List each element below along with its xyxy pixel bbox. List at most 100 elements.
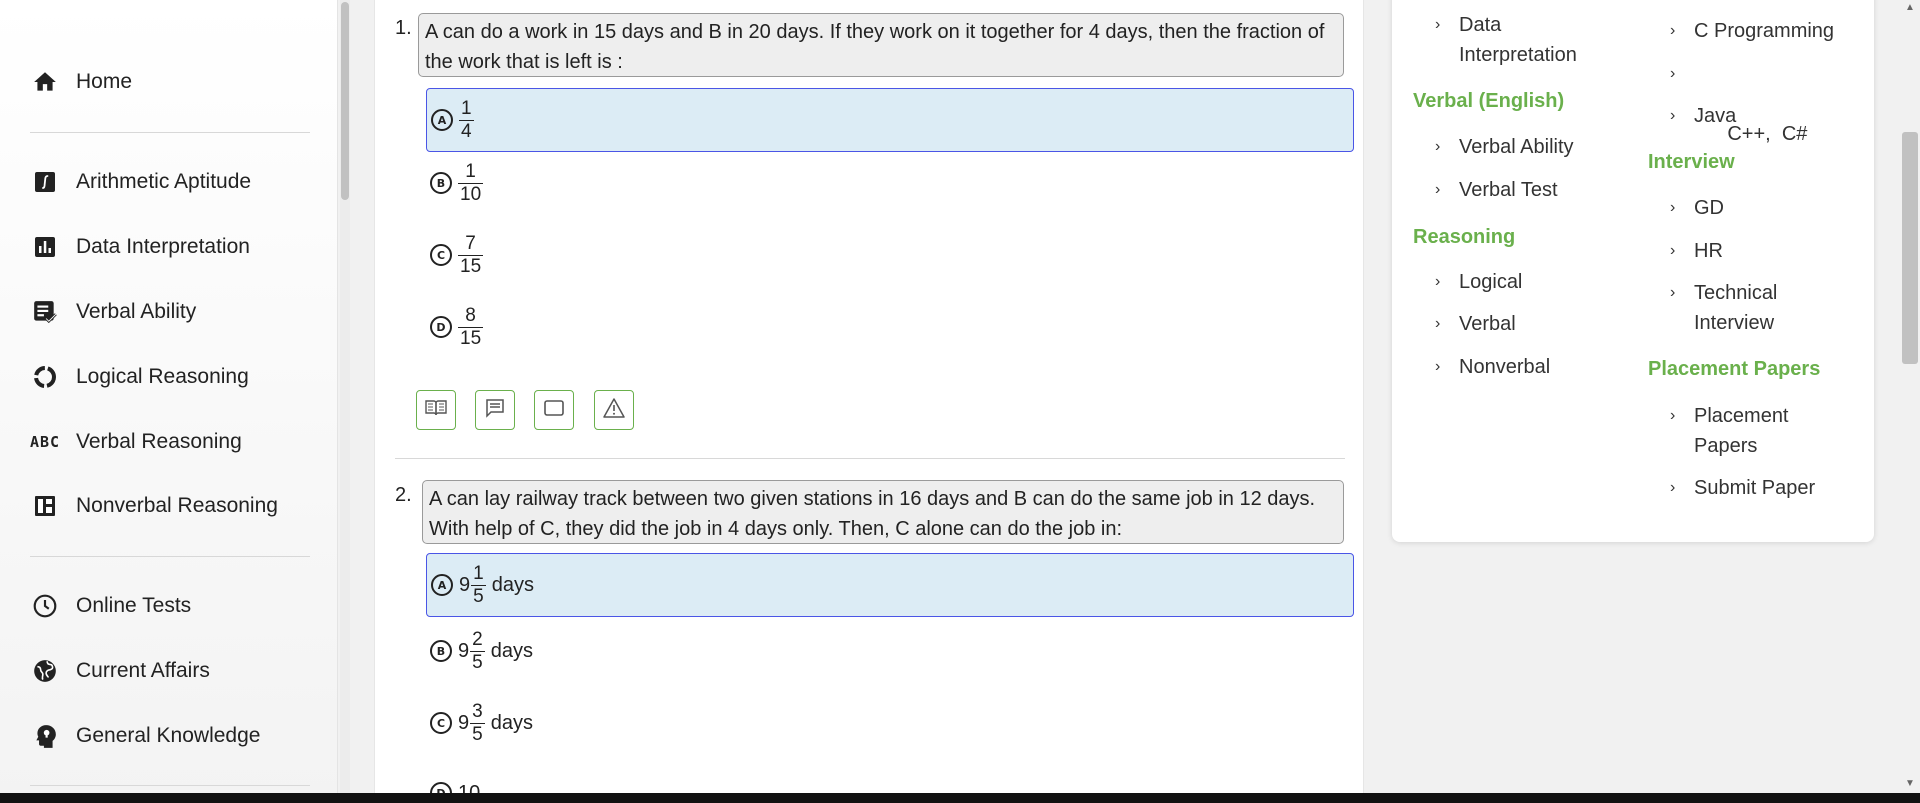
mixed-whole: 9 (458, 639, 470, 662)
section-heading-interview[interactable]: Interview (1648, 151, 1735, 174)
topic-link-c-programming[interactable]: › C Programming (1670, 16, 1834, 46)
question-number: 2. (395, 484, 412, 506)
option-letter-icon: C (430, 712, 452, 734)
option-letter-icon: A (431, 574, 453, 596)
fraction-numerator: 8 (465, 304, 476, 326)
workspace-button[interactable] (534, 390, 574, 430)
option-b[interactable]: B 9 2 5 days (426, 619, 1354, 683)
topic-link-technical-interview[interactable]: › Technical Interview (1670, 278, 1824, 338)
sidebar-divider (30, 785, 310, 786)
sidebar-item-home[interactable]: Home (30, 62, 132, 102)
workspace-icon (544, 399, 564, 421)
topic-link-submit-paper[interactable]: › Submit Paper (1670, 473, 1816, 503)
topic-link-hr[interactable]: › HR (1670, 236, 1723, 266)
chevron-right-icon: › (1435, 181, 1441, 198)
topic-link-java[interactable]: › Java (1670, 101, 1736, 131)
topic-link-nonverbal[interactable]: › Nonverbal (1435, 352, 1551, 382)
sidebar-item-label: Verbal Reasoning (76, 430, 242, 453)
site-logo[interactable] (50, 0, 280, 6)
fraction-denominator: 5 (471, 584, 486, 607)
option-mixed-number: 9 3 5 days (458, 701, 533, 746)
globe-icon (30, 656, 60, 686)
fraction-denominator: 5 (470, 722, 485, 745)
chevron-right-icon: › (1435, 138, 1441, 155)
option-a[interactable]: A 9 1 5 days (426, 553, 1354, 617)
option-c[interactable]: C 9 3 5 days (426, 691, 1354, 755)
discuss-button[interactable] (475, 390, 515, 430)
scroll-down-arrow-icon[interactable]: ▼ (1905, 778, 1915, 789)
chevron-right-icon: › (1670, 65, 1676, 82)
sidebar-item-logical-reasoning[interactable]: Logical Reasoning (30, 357, 249, 397)
question-separator (395, 458, 1345, 459)
sidebar-scrollbar[interactable] (340, 0, 350, 803)
sidebar-divider (30, 132, 310, 133)
sidebar-item-verbal-ability[interactable]: Verbal Ability (30, 292, 196, 332)
topic-link-label: Verbal Ability (1459, 136, 1574, 158)
sidebar-item-label: Arithmetic Aptitude (76, 170, 252, 193)
chevron-right-icon: › (1435, 315, 1441, 332)
option-fraction: 3 5 (470, 701, 485, 746)
page-scrollbar[interactable]: ▲ ▼ (1900, 0, 1920, 803)
fraction-denominator: 4 (459, 119, 474, 142)
topic-link-verbal-test[interactable]: › Verbal Test (1435, 175, 1558, 205)
sidebar-item-label: Home (76, 70, 133, 93)
option-b[interactable]: B 1 10 (426, 151, 1354, 215)
sidebar-item-nonverbal-reasoning[interactable]: Nonverbal Reasoning (30, 486, 278, 526)
chevron-right-icon: › (1435, 16, 1441, 33)
section-heading-reasoning[interactable]: Reasoning (1413, 226, 1515, 249)
chevron-right-icon: › (1670, 107, 1676, 124)
option-unit: days (491, 573, 534, 596)
fraction-numerator: 1 (473, 562, 484, 584)
sidebar-item-arithmetic-aptitude[interactable]: Arithmetic Aptitude (30, 162, 251, 202)
topic-link-label: Technical Interview (1694, 282, 1778, 334)
sidebar-item-online-tests[interactable]: Online Tests (30, 586, 191, 626)
head-bulb-icon (30, 721, 60, 751)
sidebar-item-current-affairs[interactable]: Current Affairs (30, 651, 210, 691)
chevron-right-icon: › (1670, 242, 1676, 259)
fraction-numerator: 3 (472, 700, 483, 722)
sidebar-item-label: Online Tests (76, 594, 192, 617)
fraction-denominator: 15 (458, 326, 484, 349)
section-heading-verbal-english[interactable]: Verbal (English) (1413, 90, 1564, 113)
topic-link-gd[interactable]: › GD (1670, 193, 1724, 223)
chevron-right-icon: › (1670, 22, 1676, 39)
option-letter-icon: B (430, 640, 452, 662)
main-content: 1. A can do a work in 15 days and B in 2… (374, 0, 1364, 803)
topic-link-label: HR (1694, 240, 1723, 262)
fraction-numerator: 7 (465, 232, 476, 254)
page-scrollbar-thumb[interactable] (1902, 132, 1918, 364)
topic-link-label: Verbal Test (1459, 179, 1558, 201)
question-number: 1. (395, 17, 412, 39)
report-button[interactable] (594, 390, 634, 430)
topic-link-label: Nonverbal (1459, 356, 1551, 378)
left-sidebar: Home Arithmetic Aptitude Data Interpreta… (0, 0, 338, 803)
home-icon (30, 67, 60, 97)
answer-explanation-button[interactable] (416, 390, 456, 430)
chevron-right-icon: › (1435, 358, 1441, 375)
topic-link-verbal-ability[interactable]: › Verbal Ability (1435, 132, 1574, 162)
option-fraction: 2 5 (470, 629, 485, 674)
sidebar-item-verbal-reasoning[interactable]: ABC Verbal Reasoning (30, 422, 242, 462)
topic-link-label: Data Interpretation (1459, 14, 1577, 66)
topic-link-label: Submit Paper (1694, 477, 1816, 499)
fraction-numerator: 1 (461, 97, 472, 119)
topic-link-placement-papers[interactable]: › Placement Papers (1670, 401, 1824, 461)
topic-link-data-interpretation[interactable]: › Data Interpretation (1435, 10, 1609, 70)
option-letter-icon: A (431, 109, 453, 131)
sidebar-item-label: Logical Reasoning (76, 365, 249, 388)
topic-link-verbal[interactable]: › Verbal (1435, 309, 1516, 339)
sidebar-item-general-knowledge[interactable]: General Knowledge (30, 716, 260, 756)
option-a[interactable]: A 1 4 (426, 88, 1354, 152)
option-fraction: 1 10 (458, 161, 484, 206)
integral-icon (30, 167, 60, 197)
sidebar-item-label: Data Interpretation (76, 235, 250, 258)
option-d[interactable]: D 8 15 (426, 295, 1354, 359)
section-heading-placement-papers[interactable]: Placement Papers (1648, 358, 1820, 381)
sidebar-scrollbar-thumb[interactable] (341, 2, 349, 200)
scroll-up-arrow-icon[interactable]: ▲ (1905, 2, 1915, 13)
fraction-denominator: 10 (458, 182, 484, 205)
sidebar-item-data-interpretation[interactable]: Data Interpretation (30, 227, 250, 267)
topic-link-label: C++, C# (1727, 123, 1808, 145)
option-c[interactable]: C 7 15 (426, 223, 1354, 287)
topic-link-logical[interactable]: › Logical (1435, 267, 1522, 297)
